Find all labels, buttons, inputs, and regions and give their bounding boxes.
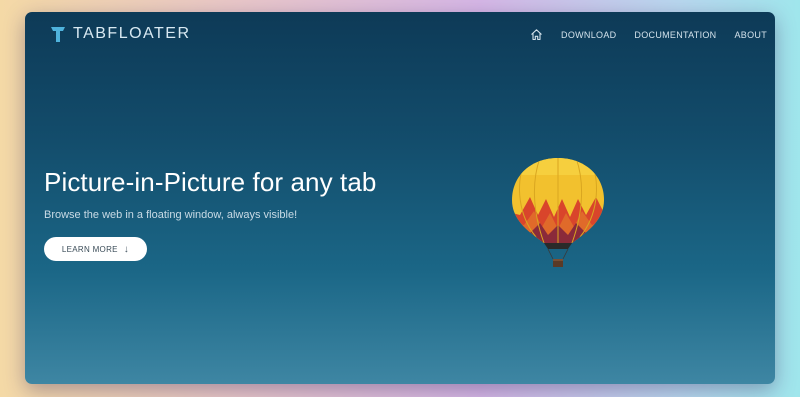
nav-link-about[interactable]: ABOUT: [734, 30, 767, 40]
learn-more-button[interactable]: LEARN MORE ↓: [44, 237, 147, 261]
hot-air-balloon-image: [512, 158, 604, 267]
arrow-down-icon: ↓: [123, 243, 130, 255]
nav-link-download[interactable]: DOWNLOAD: [561, 30, 616, 40]
brand-logo[interactable]: TABFLOATER: [50, 25, 191, 43]
nav-link-documentation[interactable]: DOCUMENTATION: [634, 30, 716, 40]
home-icon[interactable]: [530, 28, 543, 41]
learn-more-label: LEARN MORE: [61, 244, 118, 254]
top-navigation: TABFLOATER DOWNLOAD DOCUMENTATION ABOUT: [25, 12, 775, 57]
hero-title: Picture-in-Picture for any tab: [44, 167, 377, 197]
t-logo-icon: [51, 27, 65, 42]
nav-links: DOWNLOAD DOCUMENTATION ABOUT: [530, 28, 767, 41]
hero-subtitle: Browse the web in a floating window, alw…: [44, 209, 298, 221]
browser-window: TABFLOATER DOWNLOAD DOCUMENTATION ABOUT …: [25, 12, 775, 384]
brand-name: TABFLOATER: [73, 25, 191, 42]
